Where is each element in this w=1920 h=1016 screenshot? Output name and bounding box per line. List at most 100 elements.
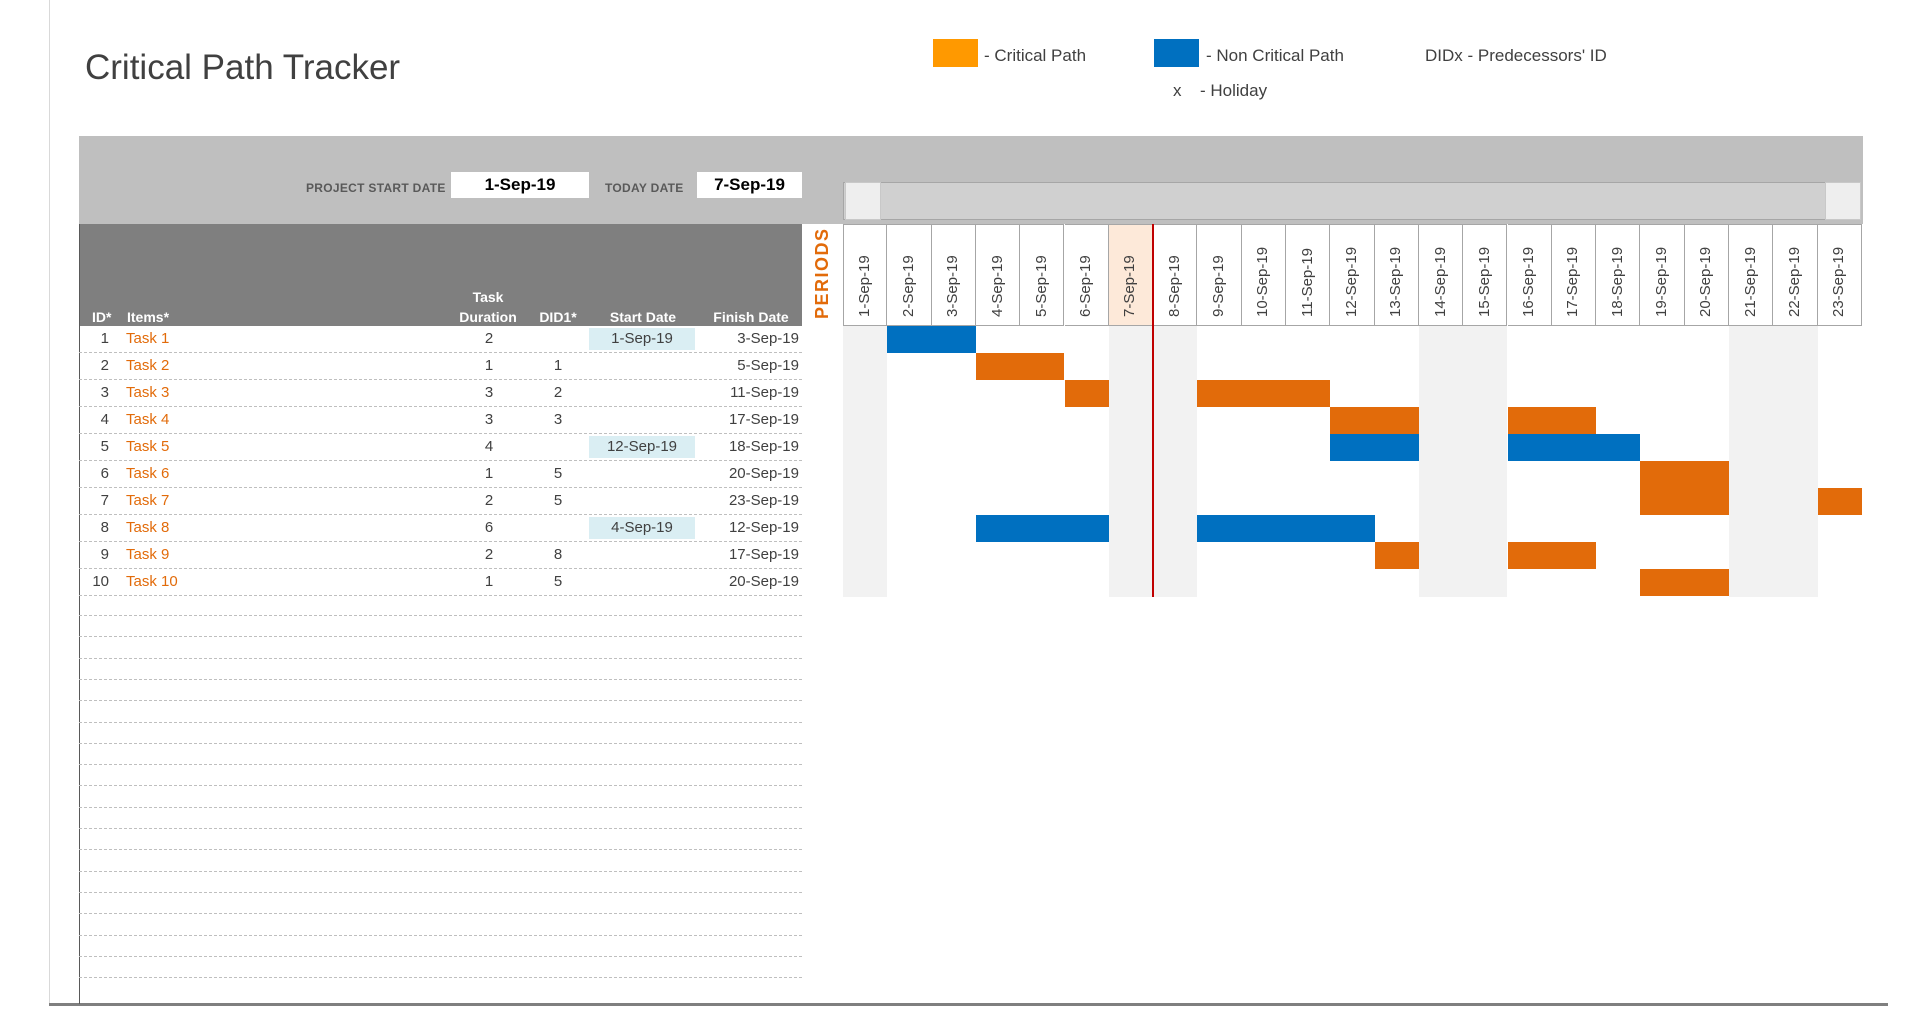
date-column-header: 2-Sep-19 [887, 224, 932, 326]
empty-row [79, 872, 802, 893]
date-label: 1-Sep-19 [856, 255, 874, 317]
cell-id[interactable]: 1 [79, 330, 109, 347]
date-label: 17-Sep-19 [1564, 246, 1582, 317]
critical-path-bar[interactable] [975, 353, 1065, 380]
cell-task-name[interactable]: Task 4 [126, 411, 169, 428]
cell-did1[interactable]: 5 [533, 465, 583, 482]
cell-finish-date[interactable]: 20-Sep-19 [701, 573, 799, 590]
cell-task-name[interactable]: Task 3 [126, 384, 169, 401]
cell-id[interactable]: 4 [79, 411, 109, 428]
cell-did1[interactable]: 8 [533, 546, 583, 563]
cell-id[interactable]: 2 [79, 357, 109, 374]
cell-did1[interactable]: 2 [533, 384, 583, 401]
empty-row [79, 829, 802, 851]
critical-path-bar[interactable] [1640, 488, 1729, 515]
cell-duration[interactable]: 6 [449, 519, 529, 536]
cell-id[interactable]: 10 [79, 573, 109, 590]
cell-task-name[interactable]: Task 5 [126, 438, 169, 455]
non-critical-path-bar[interactable] [1507, 434, 1641, 461]
date-label: 21-Sep-19 [1741, 246, 1759, 317]
critical-path-bar[interactable] [1330, 407, 1419, 434]
critical-path-bar[interactable] [1640, 461, 1729, 488]
critical-path-bar[interactable] [1507, 407, 1597, 434]
critical-path-bar[interactable] [1374, 542, 1419, 569]
cell-duration[interactable]: 1 [449, 357, 529, 374]
cell-duration[interactable]: 3 [449, 411, 529, 428]
empty-row [79, 616, 802, 638]
cell-did1[interactable]: 5 [533, 492, 583, 509]
cell-finish-date[interactable]: 23-Sep-19 [701, 492, 799, 509]
cell-task-name[interactable]: Task 9 [126, 546, 169, 563]
non-critical-path-bar[interactable] [887, 326, 976, 353]
cell-task-name[interactable]: Task 2 [126, 357, 169, 374]
cell-did1[interactable]: 3 [533, 411, 583, 428]
today-date-cell[interactable]: 7-Sep-19 [697, 172, 802, 198]
date-label: 4-Sep-19 [988, 255, 1006, 317]
date-column-header: 6-Sep-19 [1064, 224, 1109, 326]
cell-finish-date[interactable]: 3-Sep-19 [701, 330, 799, 347]
non-critical-path-bar[interactable] [1197, 515, 1375, 542]
cell-id[interactable]: 7 [79, 492, 109, 509]
today-column-shade [1108, 326, 1154, 597]
date-column-header: 13-Sep-19 [1374, 224, 1419, 326]
legend-critical-label: - Critical Path [984, 46, 1087, 65]
critical-path-bar[interactable] [1507, 542, 1597, 569]
cell-task-name[interactable]: Task 6 [126, 465, 169, 482]
scroll-right-button[interactable] [1825, 182, 1861, 220]
cell-finish-date[interactable]: 17-Sep-19 [701, 411, 799, 428]
cell-did1[interactable]: 1 [533, 357, 583, 374]
critical-path-bar[interactable] [1640, 569, 1729, 596]
date-column-header: 12-Sep-19 [1330, 224, 1375, 326]
weekend-column [843, 326, 888, 597]
cell-task-name[interactable]: Task 8 [126, 519, 169, 536]
cell-id[interactable]: 8 [79, 519, 109, 536]
cell-id[interactable]: 5 [79, 438, 109, 455]
cell-task-name[interactable]: Task 7 [126, 492, 169, 509]
cell-duration[interactable]: 1 [449, 573, 529, 590]
date-label: 16-Sep-19 [1520, 246, 1538, 317]
cell-id[interactable]: 9 [79, 546, 109, 563]
timeline-scrollbar[interactable] [843, 182, 1861, 220]
cell-start-date[interactable]: 12-Sep-19 [589, 436, 695, 458]
date-label: 18-Sep-19 [1608, 246, 1626, 317]
cell-finish-date[interactable]: 17-Sep-19 [701, 546, 799, 563]
cell-start-date[interactable]: 4-Sep-19 [589, 517, 695, 539]
critical-path-bar[interactable] [1197, 380, 1331, 407]
legend-critical-swatch [933, 39, 978, 67]
table-row: 9 Task 9 2 8 17-Sep-19 [79, 542, 802, 569]
cell-finish-date[interactable]: 5-Sep-19 [701, 357, 799, 374]
cell-task-name[interactable]: Task 10 [126, 573, 178, 590]
cell-duration[interactable]: 3 [449, 384, 529, 401]
date-label: 5-Sep-19 [1032, 255, 1050, 317]
cell-task-name[interactable]: Task 1 [126, 330, 169, 347]
cell-duration[interactable]: 4 [449, 438, 529, 455]
cell-did1[interactable]: 5 [533, 573, 583, 590]
cell-finish-date[interactable]: 11-Sep-19 [701, 384, 799, 401]
cell-finish-date[interactable]: 18-Sep-19 [701, 438, 799, 455]
cell-finish-date[interactable]: 12-Sep-19 [701, 519, 799, 536]
cell-duration[interactable]: 2 [449, 546, 529, 563]
date-column-header: 7-Sep-19 [1108, 224, 1154, 326]
table-row: 5 Task 5 4 12-Sep-19 18-Sep-19 [79, 434, 802, 461]
table-row: 10 Task 10 1 5 20-Sep-19 [79, 569, 802, 596]
scroll-left-button[interactable] [845, 182, 881, 220]
cell-duration[interactable]: 2 [449, 492, 529, 509]
non-critical-path-bar[interactable] [1330, 434, 1419, 461]
empty-row [79, 808, 802, 829]
cell-finish-date[interactable]: 20-Sep-19 [701, 465, 799, 482]
legend-noncritical-swatch [1154, 39, 1199, 67]
table-row: 6 Task 6 1 5 20-Sep-19 [79, 461, 802, 488]
table-row: 3 Task 3 3 2 11-Sep-19 [79, 380, 802, 407]
critical-path-bar[interactable] [1064, 380, 1109, 407]
cell-duration[interactable]: 2 [449, 330, 529, 347]
cell-duration[interactable]: 1 [449, 465, 529, 482]
project-start-date-cell[interactable]: 1-Sep-19 [451, 172, 589, 198]
empty-row [79, 595, 802, 616]
cell-id[interactable]: 3 [79, 384, 109, 401]
cell-id[interactable]: 6 [79, 465, 109, 482]
critical-path-bar[interactable] [1817, 488, 1862, 515]
cell-start-date[interactable]: 1-Sep-19 [589, 328, 695, 350]
non-critical-path-bar[interactable] [975, 515, 1109, 542]
empty-row [79, 787, 802, 808]
legend-holiday-marker: x [1173, 81, 1182, 100]
